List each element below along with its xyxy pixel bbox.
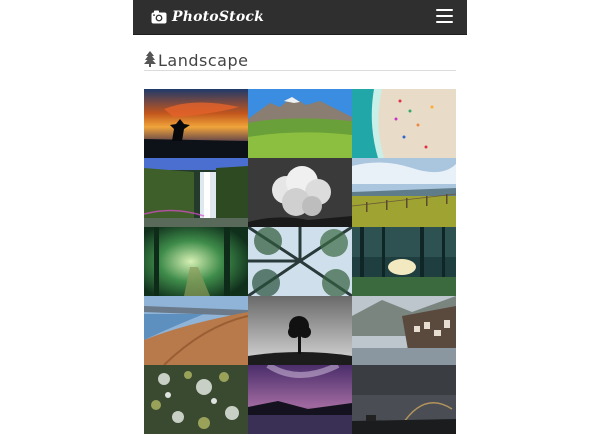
photo-forest-sunlight[interactable] <box>352 227 456 296</box>
photo-mountain-meadow[interactable] <box>248 89 352 158</box>
brand-name: PhotoStock <box>172 9 264 25</box>
photo-aerial-beach[interactable] <box>352 89 456 158</box>
photo-grid <box>144 89 456 434</box>
photo-waterfall[interactable] <box>144 158 248 227</box>
camera-icon <box>151 10 167 24</box>
photo-field-fence[interactable] <box>352 158 456 227</box>
hamburger-menu-icon[interactable] <box>436 9 453 24</box>
section-title: Landscape <box>158 51 249 70</box>
photo-sunset-silhouette[interactable] <box>144 89 248 158</box>
phone-viewport: PhotoStock Landscape <box>133 0 467 446</box>
photo-lichen-rocks[interactable] <box>144 365 248 434</box>
photo-looking-up-trees[interactable] <box>248 227 352 296</box>
photo-bw-cloud[interactable] <box>248 158 352 227</box>
photo-night-sky-lake[interactable] <box>248 365 352 434</box>
tree-icon <box>144 51 156 71</box>
navbar: PhotoStock <box>133 0 467 35</box>
photo-misty-forest-path[interactable] <box>144 227 248 296</box>
photo-lone-tree[interactable] <box>248 296 352 365</box>
photo-lakeside-village[interactable] <box>352 296 456 365</box>
photo-dirt-road-lake[interactable] <box>144 296 248 365</box>
brand-link[interactable]: PhotoStock <box>151 6 264 28</box>
photo-storm-rainbow[interactable] <box>352 365 456 434</box>
section-heading: Landscape <box>144 51 456 71</box>
